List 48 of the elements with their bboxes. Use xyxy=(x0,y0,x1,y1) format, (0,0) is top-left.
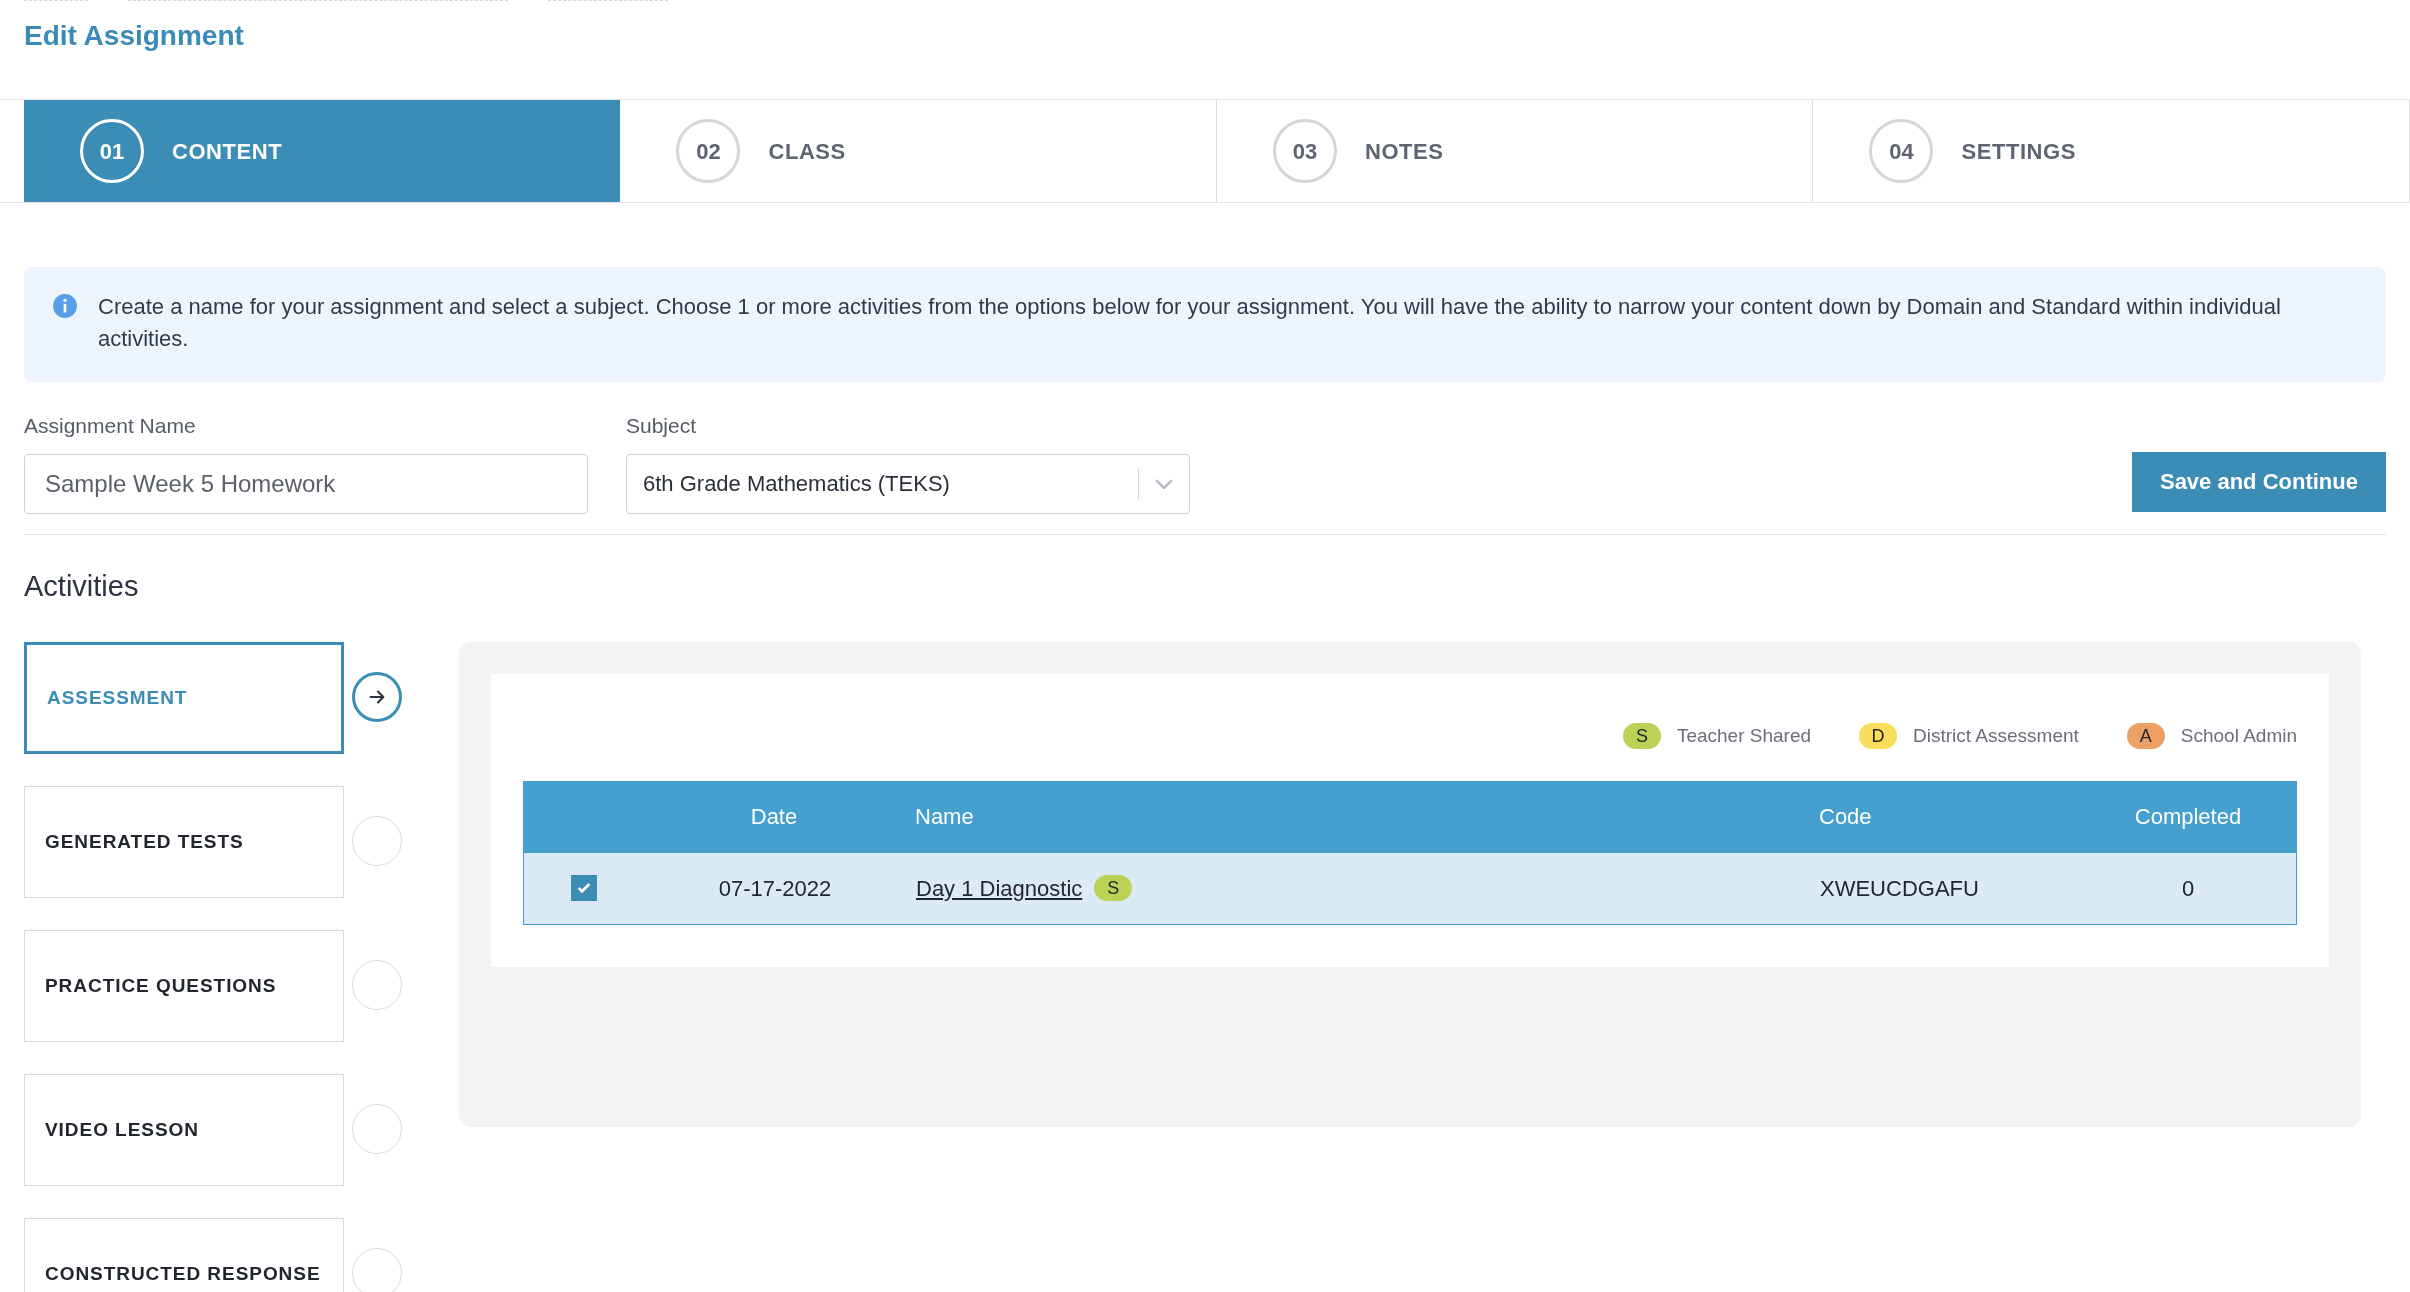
row-checkbox[interactable] xyxy=(571,875,597,901)
column-header: Code xyxy=(1818,803,1873,831)
save-and-continue-button[interactable]: Save and Continue xyxy=(2131,451,2386,512)
legend-label: District Assessment xyxy=(1913,724,2079,748)
teacher-shared-badge: S xyxy=(1094,875,1133,901)
step-number: 04 xyxy=(1869,119,1934,183)
activity-card[interactable]: PRACTICE QUESTIONS xyxy=(24,930,344,1042)
page-title: Edit Assignment xyxy=(23,19,245,53)
activity-label: ASSESSMENT xyxy=(47,685,188,710)
step-label: NOTES xyxy=(1365,137,1444,166)
column-header: Name xyxy=(914,803,975,831)
info-icon xyxy=(52,293,78,319)
step-number: 01 xyxy=(80,119,144,183)
step-label: SETTINGS xyxy=(1961,137,2076,166)
activity-label: PRACTICE QUESTIONS xyxy=(45,973,277,998)
step-number: 02 xyxy=(676,119,741,183)
activity-label: VIDEO LESSON xyxy=(45,1117,199,1142)
step-tab[interactable]: 02 CLASS xyxy=(620,100,1217,202)
activity-label: GENERATED TESTS xyxy=(45,829,244,854)
legend-badge: D xyxy=(1859,723,1898,750)
check-icon xyxy=(576,880,592,896)
legend-label: School Admin xyxy=(2180,724,2297,748)
activity-card[interactable]: ASSESSMENT xyxy=(24,642,344,754)
step-label: CLASS xyxy=(768,137,846,166)
assignment-link[interactable]: Day 1 Diagnostic xyxy=(916,871,1087,905)
activity-card[interactable]: VIDEO LESSON xyxy=(24,1074,344,1186)
completed-cell-text: 0 xyxy=(2181,874,2195,903)
step-tab[interactable]: 01 CONTENT xyxy=(24,100,621,202)
code-cell-text: XWEUCDGAFU xyxy=(1819,874,1980,903)
column-header: Completed xyxy=(2134,803,2242,831)
legend-badge: S xyxy=(1622,723,1661,750)
date-cell-text: 07-17-2022 xyxy=(718,874,832,903)
field-label: Subject xyxy=(626,413,698,439)
step-label: CONTENT xyxy=(172,137,283,166)
legend-label: Teacher Shared xyxy=(1676,724,1812,748)
table-row[interactable]: 07-17-2022 Day 1 Diagnostic S XWEUCDGAFU 0 xyxy=(523,852,2297,925)
activity-card[interactable]: GENERATED TESTS xyxy=(24,786,344,898)
section-title: Activities xyxy=(24,568,140,604)
chevron-down-icon xyxy=(1155,478,1173,489)
info-text: Create a name for your assignment and select a subject. Choose 1 or more activities from the options below for your assignment. You will have the ability to narrow your content down by Domain and Standard within individual activities. xyxy=(98,293,2282,353)
activity-label: CONSTRUCTED RESPONSE xyxy=(45,1261,321,1286)
legend-badge: A xyxy=(2126,723,2165,750)
subject-select[interactable]: 6th Grade Mathematics (TEKS) xyxy=(626,453,1190,514)
field-label: Assignment Name xyxy=(24,413,197,439)
step-number: 03 xyxy=(1273,119,1337,183)
column-header: Date xyxy=(750,803,798,831)
assignment-name-field[interactable]: Sample Week 5 Homework xyxy=(24,453,588,514)
activity-card[interactable]: CONSTRUCTED RESPONSE xyxy=(24,1218,344,1292)
